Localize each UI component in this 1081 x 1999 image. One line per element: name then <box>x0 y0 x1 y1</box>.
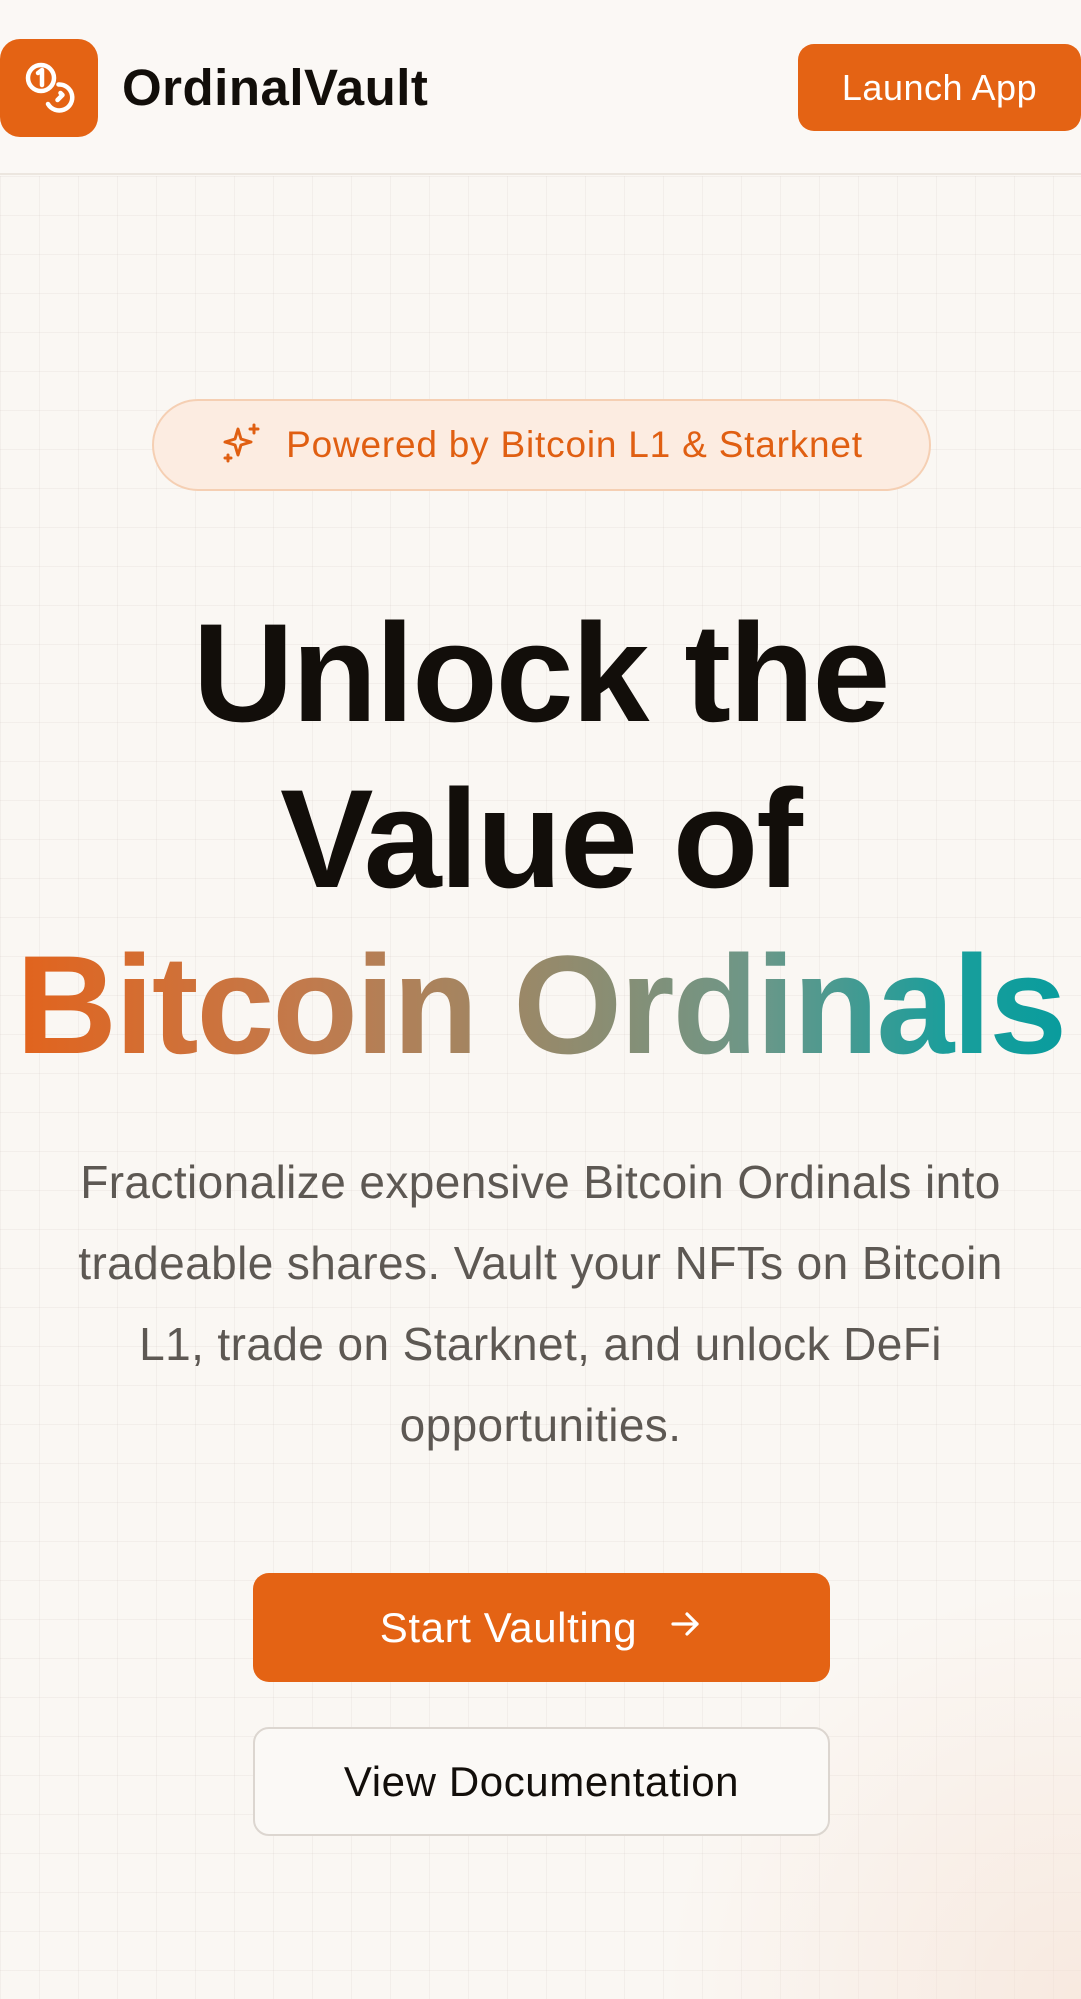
view-documentation-button[interactable]: View Documentation <box>253 1727 830 1836</box>
hero-description: Fractionalize expensive Bitcoin Ordinals… <box>78 1156 1003 1451</box>
hero-headline: Unlock the Value of Bitcoin Ordinals <box>0 590 1081 1088</box>
view-documentation-label: View Documentation <box>343 1757 740 1805</box>
arrow-right-icon <box>667 1604 703 1652</box>
start-vaulting-button[interactable]: Start Vaulting <box>253 1573 830 1682</box>
start-vaulting-label: Start Vaulting <box>379 1603 638 1651</box>
sparkles-icon <box>220 421 264 470</box>
coins-icon <box>20 57 78 120</box>
headline-line-2: Value of <box>280 760 803 917</box>
brand-name[interactable]: OrdinalVault <box>122 56 428 120</box>
hero-badge: Powered by Bitcoin L1 & Starknet <box>152 399 931 491</box>
headline-highlight: Bitcoin Ordinals <box>0 922 1081 1088</box>
badge-text: Powered by Bitcoin L1 & Starknet <box>286 424 863 465</box>
launch-app-button[interactable]: Launch App <box>798 44 1081 131</box>
top-nav: OrdinalVault Launch App <box>0 0 1081 175</box>
headline-line-1: Unlock the <box>192 594 891 751</box>
logo[interactable] <box>0 39 98 137</box>
